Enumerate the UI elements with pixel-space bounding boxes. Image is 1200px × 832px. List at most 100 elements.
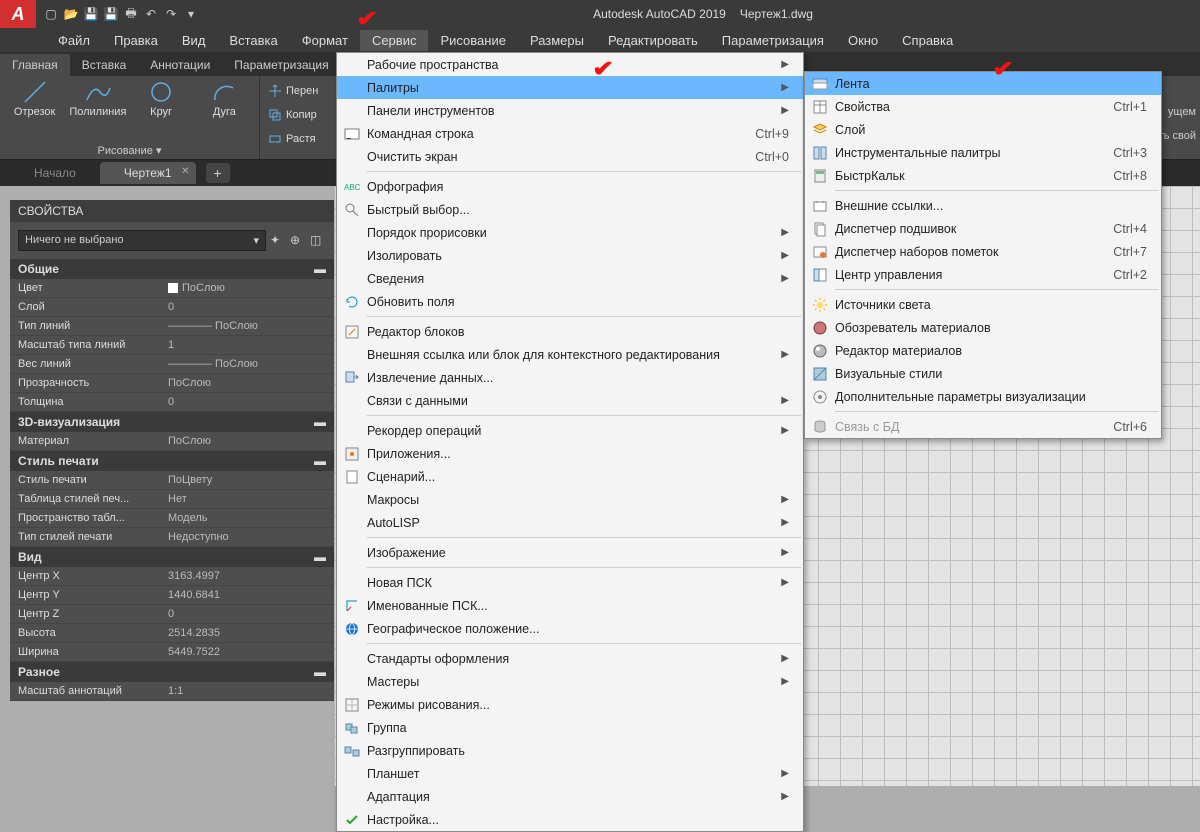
menu-item[interactable]: Стандарты оформления▶ — [337, 647, 803, 670]
menu-item[interactable]: Макросы▶ — [337, 488, 803, 511]
menu-item[interactable]: Связи с данными▶ — [337, 389, 803, 412]
open-icon[interactable]: 📂 — [62, 5, 80, 23]
menu-item[interactable]: Сценарий... — [337, 465, 803, 488]
menu-item[interactable]: Связь с БДCtrl+6 — [805, 415, 1161, 438]
menu-view[interactable]: Вид — [170, 30, 218, 51]
props-row[interactable]: Вес линий———— ПоСлою — [10, 355, 334, 374]
menu-item[interactable]: Приложения... — [337, 442, 803, 465]
menu-item[interactable]: Очистить экранCtrl+0 — [337, 145, 803, 168]
props-row[interactable]: ПрозрачностьПоСлою — [10, 374, 334, 393]
props-row[interactable]: Стиль печатиПоЦвету — [10, 471, 334, 490]
ribbon-tab-parametric[interactable]: Параметризация — [222, 54, 340, 76]
props-row[interactable]: ЦветПоСлою — [10, 279, 334, 298]
menu-item[interactable]: Палитры▶ — [337, 76, 803, 99]
menu-item[interactable]: Порядок прорисовки▶ — [337, 221, 803, 244]
menu-tools[interactable]: Сервис — [360, 30, 429, 51]
props-row[interactable]: МатериалПоСлою — [10, 432, 334, 451]
props-row[interactable]: Слой0 — [10, 298, 334, 317]
app-logo[interactable]: A — [0, 0, 36, 28]
menu-format[interactable]: Формат — [290, 30, 360, 51]
menu-help[interactable]: Справка — [890, 30, 965, 51]
menu-item[interactable]: Редактор блоков — [337, 320, 803, 343]
menu-item[interactable]: Планшет▶ — [337, 762, 803, 785]
selection-combo[interactable]: Ничего не выбрано▾ — [18, 230, 266, 251]
doctab-drawing1[interactable]: Чертеж1✕ — [100, 162, 196, 184]
menu-item[interactable]: _Командная строкаCtrl+9 — [337, 122, 803, 145]
menu-item[interactable]: Быстрый выбор... — [337, 198, 803, 221]
menu-file[interactable]: Файл — [46, 30, 102, 51]
menu-item[interactable]: Лента — [805, 72, 1161, 95]
tool-line[interactable]: Отрезок — [11, 78, 59, 118]
menu-item[interactable]: Инструментальные палитрыCtrl+3 — [805, 141, 1161, 164]
props-group-header[interactable]: Стиль печати▬ — [10, 451, 334, 471]
props-row[interactable]: Центр Y1440.6841 — [10, 586, 334, 605]
qat-more-icon[interactable]: ▾ — [182, 5, 200, 23]
menu-item[interactable]: Группа — [337, 716, 803, 739]
saveas-icon[interactable]: 💾 — [102, 5, 120, 23]
props-group-header[interactable]: Общие▬ — [10, 259, 334, 279]
menu-item[interactable]: Диспетчер наборов пометокCtrl+7 — [805, 240, 1161, 263]
menu-item[interactable]: Внешняя ссылка или блок для контекстного… — [337, 343, 803, 366]
menu-item[interactable]: Режимы рисования... — [337, 693, 803, 716]
ribbon-tab-annotate[interactable]: Аннотации — [138, 54, 222, 76]
close-icon[interactable]: ✕ — [181, 166, 189, 177]
menu-item[interactable]: Внешние ссылки... — [805, 194, 1161, 217]
menu-item[interactable]: Центр управленияCtrl+2 — [805, 263, 1161, 286]
menu-draw[interactable]: Рисование — [428, 30, 517, 51]
selectobj-icon[interactable]: ◫ — [310, 233, 326, 249]
menu-dimension[interactable]: Размеры — [518, 30, 596, 51]
doctab-add[interactable]: + — [206, 163, 230, 183]
tool-arc[interactable]: Дуга — [200, 78, 248, 118]
menu-item[interactable]: Настройка... — [337, 808, 803, 831]
props-row[interactable]: Толщина0 — [10, 393, 334, 412]
menu-item[interactable]: Рекордер операций▶ — [337, 419, 803, 442]
props-row[interactable]: Таблица стилей печ...Нет — [10, 490, 334, 509]
props-row[interactable]: Тип линий———— ПоСлою — [10, 317, 334, 336]
menu-modify[interactable]: Редактировать — [596, 30, 710, 51]
props-row[interactable]: Масштаб аннотаций1:1 — [10, 682, 334, 701]
menu-item[interactable]: Именованные ПСК... — [337, 594, 803, 617]
props-row[interactable]: Масштаб типа линий1 — [10, 336, 334, 355]
menu-item[interactable]: Дополнительные параметры визуализации — [805, 385, 1161, 408]
props-group-header[interactable]: Разное▬ — [10, 662, 334, 682]
menu-item[interactable]: Адаптация▶ — [337, 785, 803, 808]
menu-item[interactable]: Географическое положение... — [337, 617, 803, 640]
props-row[interactable]: Ширина5449.7522 — [10, 643, 334, 662]
tool-copy[interactable]: Копир — [268, 104, 341, 126]
menu-item[interactable]: Панели инструментов▶ — [337, 99, 803, 122]
menu-item[interactable]: Обозреватель материалов — [805, 316, 1161, 339]
quickselect-icon[interactable]: ✦ — [270, 233, 286, 249]
props-row[interactable]: Тип стилей печатиНедоступно — [10, 528, 334, 547]
menu-parametric[interactable]: Параметризация — [710, 30, 836, 51]
menu-item[interactable]: СвойстваCtrl+1 — [805, 95, 1161, 118]
menu-item[interactable]: AutoLISP▶ — [337, 511, 803, 534]
menu-item[interactable]: Рабочие пространства▶ — [337, 53, 803, 76]
menu-item[interactable]: Редактор материалов — [805, 339, 1161, 362]
ribbon-panel-draw-title[interactable]: Рисование ▾ — [8, 142, 251, 159]
new-icon[interactable]: ▢ — [42, 5, 60, 23]
menu-item[interactable]: Диспетчер подшивокCtrl+4 — [805, 217, 1161, 240]
props-group-header[interactable]: 3D-визуализация▬ — [10, 412, 334, 432]
menu-edit[interactable]: Правка — [102, 30, 170, 51]
doctab-start[interactable]: Начало — [10, 162, 100, 184]
props-row[interactable]: Центр X3163.4997 — [10, 567, 334, 586]
props-row[interactable]: Высота2514.2835 — [10, 624, 334, 643]
menu-item[interactable]: ABCОрфография — [337, 175, 803, 198]
tool-stretch[interactable]: Растя — [268, 128, 341, 150]
menu-item[interactable]: Разгруппировать — [337, 739, 803, 762]
menu-item[interactable]: Изображение▶ — [337, 541, 803, 564]
props-row[interactable]: Центр Z0 — [10, 605, 334, 624]
menu-insert[interactable]: Вставка — [217, 30, 289, 51]
props-row[interactable]: Пространство табл...Модель — [10, 509, 334, 528]
tool-move[interactable]: Перен — [268, 80, 341, 102]
menu-item[interactable]: Визуальные стили — [805, 362, 1161, 385]
menu-item[interactable]: БыстрКалькCtrl+8 — [805, 164, 1161, 187]
ribbon-tab-home[interactable]: Главная — [0, 54, 70, 76]
ribbon-tab-insert[interactable]: Вставка — [70, 54, 139, 76]
menu-item[interactable]: Обновить поля — [337, 290, 803, 313]
menu-window[interactable]: Окно — [836, 30, 890, 51]
menu-item[interactable]: Извлечение данных... — [337, 366, 803, 389]
plot-icon[interactable]: 🖶 — [122, 5, 140, 23]
menu-item[interactable]: Слой — [805, 118, 1161, 141]
redo-icon[interactable]: ↷ — [162, 5, 180, 23]
